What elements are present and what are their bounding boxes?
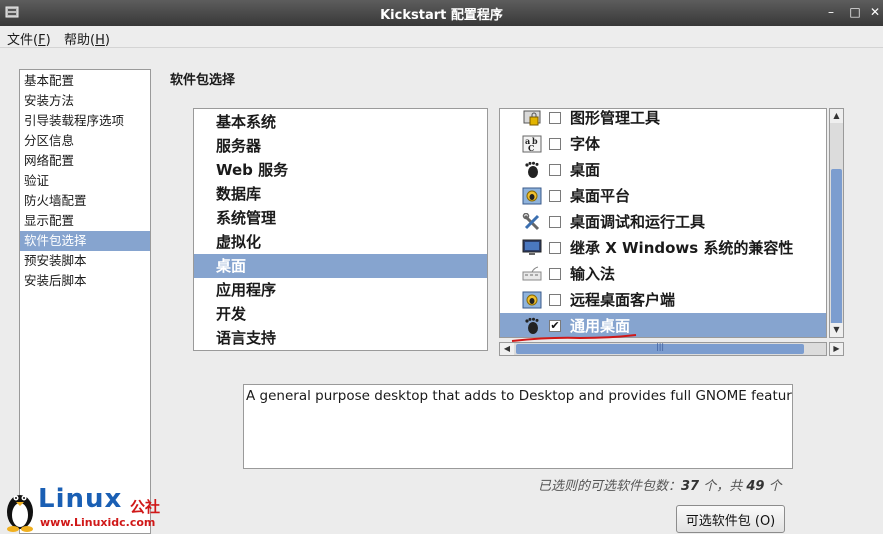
category-item[interactable]: 语言支持 — [194, 326, 487, 350]
scroll-down-arrow-icon[interactable]: ▼ — [830, 323, 843, 337]
monitor-icon — [522, 239, 542, 255]
sidebar-item-partition[interactable]: 分区信息 — [20, 131, 150, 151]
menu-help-mnemonic: H — [95, 33, 105, 48]
tux-penguin-icon — [7, 495, 33, 532]
package-checkbox[interactable] — [549, 294, 561, 306]
package-row[interactable]: 桌面调试和运行工具 — [500, 209, 826, 235]
minimize-button[interactable]: – — [822, 3, 840, 21]
sidebar-item-pre-script[interactable]: 预安装脚本 — [20, 251, 150, 271]
menu-bar: 文件(F) 帮助(H) — [0, 26, 883, 48]
menu-help[interactable]: 帮助(H) — [64, 29, 110, 48]
package-label: 输入法 — [570, 265, 616, 283]
sidebar-item-network[interactable]: 网络配置 — [20, 151, 150, 171]
gnome-foot-icon — [525, 161, 539, 178]
tools-icon — [522, 213, 540, 231]
watermark: Linux 公社 www.Linuxidc.com — [0, 484, 190, 534]
package-checkbox[interactable] — [549, 138, 561, 150]
watermark-url: www.Linuxidc.com — [40, 516, 156, 529]
package-row[interactable]: 图形管理工具 — [500, 109, 826, 131]
watermark-brand: Linux — [38, 484, 123, 514]
maximize-button[interactable]: □ — [846, 3, 864, 21]
package-label: 桌面调试和运行工具 — [570, 213, 706, 231]
package-label: 字体 — [570, 135, 601, 153]
watermark-brand-cn: 公社 — [130, 498, 161, 516]
section-title: 软件包选择 — [170, 73, 236, 88]
category-item[interactable]: 服务器 — [194, 134, 487, 158]
keyboard-icon — [522, 266, 542, 281]
package-list-vscrollbar[interactable]: ▲ ▼ — [829, 108, 844, 338]
count-prefix: 已选则的可选软件包数： — [538, 479, 682, 494]
sidebar-item-package-selection[interactable]: 软件包选择 — [20, 231, 150, 251]
package-label: 继承 X Windows 系统的兼容性 — [570, 239, 794, 257]
sidebar-item-bootloader[interactable]: 引导装载程序选项 — [20, 111, 150, 131]
menu-file-suffix: ) — [45, 33, 51, 48]
package-description: A general purpose desktop that adds to D… — [243, 384, 793, 469]
category-item[interactable]: 基本系统 — [194, 110, 487, 134]
package-checkbox[interactable] — [549, 190, 561, 202]
package-row[interactable]: 输入法 — [500, 261, 826, 287]
menu-help-label: 帮助( — [64, 33, 96, 48]
desktop-platform-icon — [522, 187, 542, 205]
menu-file[interactable]: 文件(F) — [7, 29, 51, 48]
package-row[interactable]: abC 字体 — [500, 131, 826, 157]
sidebar-item-display[interactable]: 显示配置 — [20, 211, 150, 231]
package-list: 图形管理工具 abC 字体 桌面 桌面平台 桌面调试和运行工具 继承 X Win… — [499, 108, 827, 338]
category-item[interactable]: 开发 — [194, 302, 487, 326]
category-item[interactable]: 虚拟化 — [194, 230, 487, 254]
package-label: 桌面 — [570, 161, 601, 179]
window-title: Kickstart 配置程序 — [380, 8, 503, 23]
category-item-desktop[interactable]: 桌面 — [194, 254, 487, 278]
menu-file-mnemonic: F — [38, 33, 46, 48]
package-row[interactable]: 远程桌面客户端 — [500, 287, 826, 313]
package-checkbox[interactable] — [549, 268, 561, 280]
package-row[interactable]: 桌面平台 — [500, 183, 826, 209]
count-selected: 37 — [681, 479, 700, 494]
close-button[interactable]: ✕ — [866, 3, 883, 21]
hscroll-thumb[interactable] — [516, 342, 804, 354]
package-checkbox[interactable] — [549, 112, 561, 124]
svg-text:C: C — [528, 143, 534, 153]
lock-admin-icon — [523, 110, 541, 126]
scroll-up-arrow-icon[interactable]: ▲ — [830, 109, 843, 123]
sidebar-item-basic-config[interactable]: 基本配置 — [20, 71, 150, 91]
sidebar-item-post-script[interactable]: 安装后脚本 — [20, 271, 150, 291]
annotation-underline — [511, 334, 637, 342]
package-row[interactable]: 继承 X Windows 系统的兼容性 — [500, 235, 826, 261]
package-checkbox[interactable] — [549, 164, 561, 176]
sidebar-item-auth[interactable]: 验证 — [20, 171, 150, 191]
scroll-right-arrow-icon[interactable]: ▶ — [829, 342, 844, 356]
remote-desktop-icon — [522, 291, 542, 309]
menu-file-label: 文件( — [7, 33, 39, 48]
category-item[interactable]: Web 服务 — [194, 158, 487, 182]
menu-help-suffix: ) — [104, 33, 110, 48]
sidebar-item-install-method[interactable]: 安装方法 — [20, 91, 150, 111]
config-sidebar: 基本配置 安装方法 引导装载程序选项 分区信息 网络配置 验证 防火墙配置 显示… — [19, 69, 151, 534]
package-checkbox[interactable] — [549, 216, 561, 228]
package-label: 桌面平台 — [570, 187, 631, 205]
package-row[interactable]: 桌面 — [500, 157, 826, 183]
font-icon: a bC — [522, 135, 542, 153]
category-item[interactable]: 数据库 — [194, 182, 487, 206]
vscroll-thumb[interactable] — [831, 169, 842, 329]
category-item[interactable]: 应用程序 — [194, 278, 487, 302]
category-item[interactable]: 系统管理 — [194, 206, 487, 230]
count-total: 49 — [746, 479, 765, 494]
package-label: 远程桌面客户端 — [570, 291, 676, 309]
package-label: 图形管理工具 — [570, 109, 661, 127]
package-count-text: 已选则的可选软件包数：37 个，共 49 个 — [538, 475, 782, 494]
sidebar-item-firewall[interactable]: 防火墙配置 — [20, 191, 150, 211]
optional-packages-button[interactable]: 可选软件包 (O) — [676, 505, 785, 533]
title-bar: Kickstart 配置程序 – □ ✕ — [0, 0, 883, 26]
count-suffix: 个 — [764, 479, 782, 494]
package-checkbox[interactable] — [549, 242, 561, 254]
count-middle: 个，共 — [699, 479, 747, 494]
category-list: 基本系统 服务器 Web 服务 数据库 系统管理 虚拟化 桌面 应用程序 开发 … — [193, 108, 488, 351]
